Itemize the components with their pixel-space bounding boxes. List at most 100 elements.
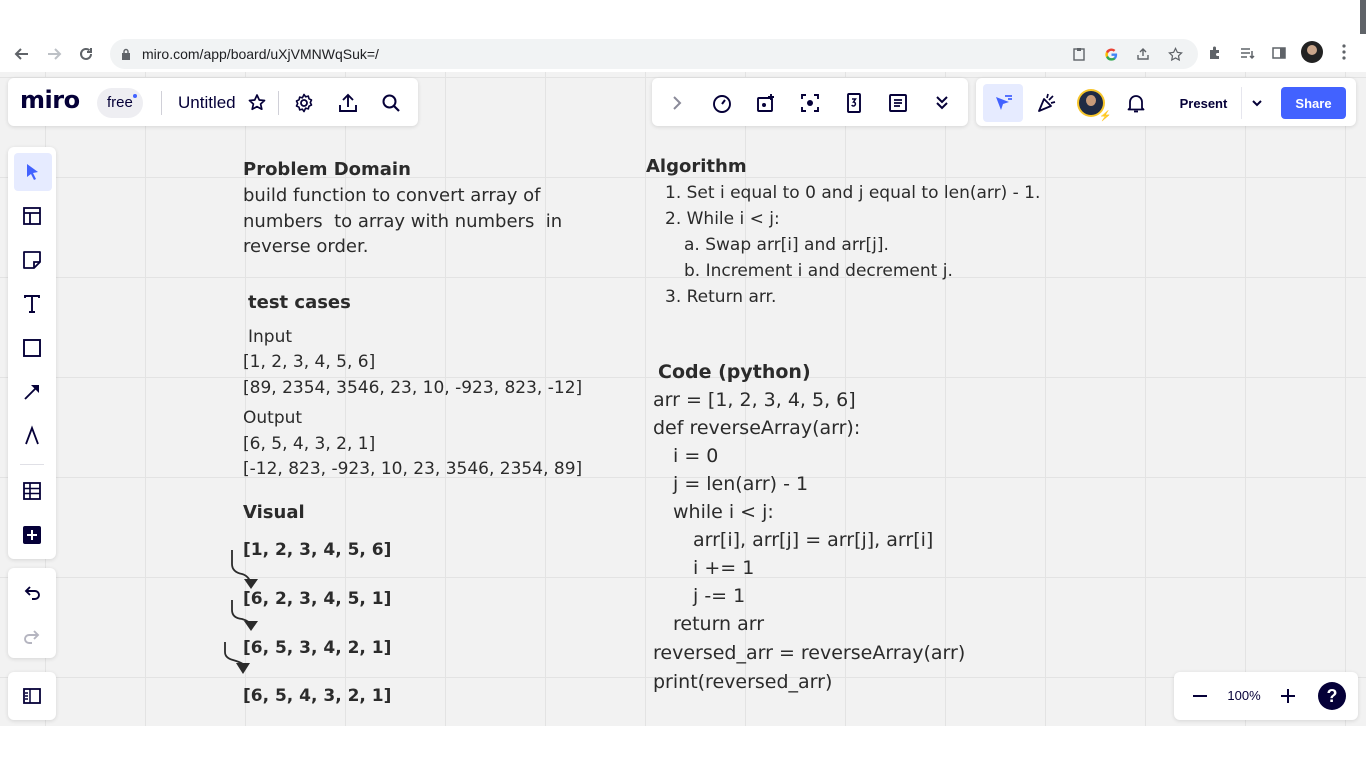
code-line[interactable]: return arr (673, 613, 764, 635)
step-arrow-head (244, 621, 258, 631)
add-more-tools-icon[interactable] (16, 519, 48, 551)
settings-gear-icon[interactable] (288, 87, 320, 119)
algorithm-line[interactable]: 3. Return arr. (665, 287, 776, 307)
reload-icon[interactable] (74, 42, 98, 66)
star-icon[interactable] (241, 87, 273, 119)
lock-icon (122, 48, 130, 60)
algorithm-heading[interactable]: Algorithm (646, 156, 747, 177)
search-icon[interactable] (375, 87, 407, 119)
side-panel-icon[interactable] (1268, 42, 1290, 64)
google-icon[interactable] (1102, 45, 1120, 63)
notes-icon[interactable] (882, 87, 914, 119)
table-grid-icon[interactable] (16, 475, 48, 507)
test-output[interactable]: [6, 5, 4, 3, 2, 1] (243, 434, 375, 454)
test-output[interactable]: [-12, 823, -923, 10, 23, 3546, 2354, 89] (243, 459, 582, 479)
visual-step[interactable]: [6, 2, 3, 4, 5, 1] (243, 589, 391, 609)
visual-step[interactable]: [1, 2, 3, 4, 5, 6] (243, 540, 391, 560)
visual-arrows (224, 550, 258, 674)
notifications-bell-icon[interactable] (1120, 87, 1152, 119)
divider (161, 91, 162, 115)
templates-icon[interactable] (16, 200, 48, 232)
browser-menu-icon[interactable] (1336, 42, 1352, 62)
export-upload-icon[interactable] (332, 87, 364, 119)
algorithm-line[interactable]: 1. Set i equal to 0 and j equal to len(a… (665, 183, 1040, 203)
test-input[interactable]: [1, 2, 3, 4, 5, 6] (243, 352, 375, 372)
voting-icon[interactable] (750, 87, 782, 119)
problem-domain-line[interactable]: reverse order. (243, 236, 368, 257)
forward-icon[interactable] (42, 42, 66, 66)
tabstrip-scrollbar[interactable] (1360, 0, 1366, 34)
step-arrow (231, 550, 252, 585)
lightning-icon: ⚡ (1099, 111, 1112, 122)
code-line[interactable]: while i < j: (673, 501, 774, 523)
connection-line-arrow-icon[interactable] (16, 376, 48, 408)
redo-icon[interactable] (16, 620, 48, 652)
sidebar-divider (20, 464, 44, 465)
problem-domain-line[interactable]: numbers to array with numbers in (243, 211, 562, 232)
select-cursor-icon[interactable] (16, 156, 48, 188)
input-label[interactable]: Input (248, 327, 292, 347)
output-label[interactable]: Output (243, 408, 302, 428)
share-page-icon[interactable] (1134, 45, 1152, 63)
undo-icon[interactable] (16, 576, 48, 608)
present-options-chevron-down-icon[interactable] (1243, 87, 1271, 119)
user-avatar[interactable]: ⚡ (1077, 89, 1111, 122)
reading-list-icon[interactable] (1236, 42, 1258, 64)
plan-badge[interactable]: free (97, 88, 143, 118)
zoom-level[interactable]: 100% (1225, 688, 1263, 703)
problem-domain-line[interactable]: build function to convert array of (243, 185, 541, 206)
code-line[interactable]: j -= 1 (693, 585, 745, 607)
card-number-icon[interactable] (838, 87, 870, 119)
profile-avatar[interactable] (1301, 41, 1323, 63)
frames-list-icon[interactable] (16, 680, 48, 712)
help-button[interactable]: ? (1318, 682, 1346, 710)
code-line[interactable]: i += 1 (693, 557, 754, 579)
code-line[interactable]: def reverseArray(arr): (653, 417, 860, 439)
step-arrow-head (244, 579, 258, 589)
extensions-icon[interactable] (1204, 42, 1226, 64)
code-line[interactable]: j = len(arr) - 1 (673, 473, 808, 495)
plan-badge-label: free (107, 94, 133, 111)
algorithm-line[interactable]: 2. While i < j: (665, 209, 780, 229)
zoom-out-icon[interactable] (1184, 680, 1216, 712)
chevron-double-down-icon[interactable] (926, 87, 958, 119)
visual-step[interactable]: [6, 5, 3, 4, 2, 1] (243, 638, 391, 658)
sticky-note-icon[interactable] (16, 244, 48, 276)
chevron-right-icon[interactable] (661, 87, 693, 119)
page-bottom-area (0, 726, 1366, 768)
miro-logo[interactable]: miro (20, 86, 80, 114)
present-button[interactable]: Present (1166, 87, 1242, 119)
zoom-in-icon[interactable] (1272, 680, 1304, 712)
timer-icon[interactable] (706, 87, 738, 119)
problem-domain-heading[interactable]: Problem Domain (243, 159, 411, 180)
code-line[interactable]: reversed_arr = reverseArray(arr) (653, 642, 965, 664)
address-bar[interactable]: miro.com/app/board/uXjVMNWqSuk=/ (110, 39, 1198, 69)
share-button[interactable]: Share (1281, 87, 1346, 119)
pen-draw-icon[interactable] (16, 420, 48, 452)
step-arrow-head (236, 663, 250, 674)
bookmark-star-icon[interactable] (1166, 45, 1184, 63)
code-heading[interactable]: Code (python) (658, 361, 811, 383)
attention-focus-icon[interactable] (794, 87, 826, 119)
divider (278, 91, 279, 115)
code-line[interactable]: arr = [1, 2, 3, 4, 5, 6] (653, 389, 856, 411)
back-icon[interactable] (10, 42, 34, 66)
visual-heading[interactable]: Visual (243, 502, 305, 523)
browser-tabstrip (0, 0, 1366, 36)
code-line[interactable]: arr[i], arr[j] = arr[j], arr[i] (693, 529, 933, 551)
code-line[interactable]: print(reversed_arr) (653, 671, 832, 693)
url-text: miro.com/app/board/uXjVMNWqSuk=/ (142, 46, 379, 62)
algorithm-line[interactable]: b. Increment i and decrement j. (684, 261, 953, 281)
code-line[interactable]: i = 0 (673, 445, 718, 467)
test-cases-heading[interactable]: test cases (248, 292, 351, 313)
reactions-party-icon[interactable] (1031, 87, 1063, 119)
shape-rectangle-icon[interactable] (16, 332, 48, 364)
browser-toolbar: miro.com/app/board/uXjVMNWqSuk=/ (0, 36, 1366, 72)
board-title[interactable]: Untitled (178, 93, 236, 113)
text-tool-icon[interactable] (16, 288, 48, 320)
clipboard-icon[interactable] (1070, 45, 1088, 63)
collaborator-cursors-icon[interactable] (987, 87, 1019, 119)
test-input[interactable]: [89, 2354, 3546, 23, 10, -923, 823, -12] (243, 378, 582, 398)
visual-step[interactable]: [6, 5, 4, 3, 2, 1] (243, 686, 391, 706)
algorithm-line[interactable]: a. Swap arr[i] and arr[j]. (684, 235, 889, 255)
